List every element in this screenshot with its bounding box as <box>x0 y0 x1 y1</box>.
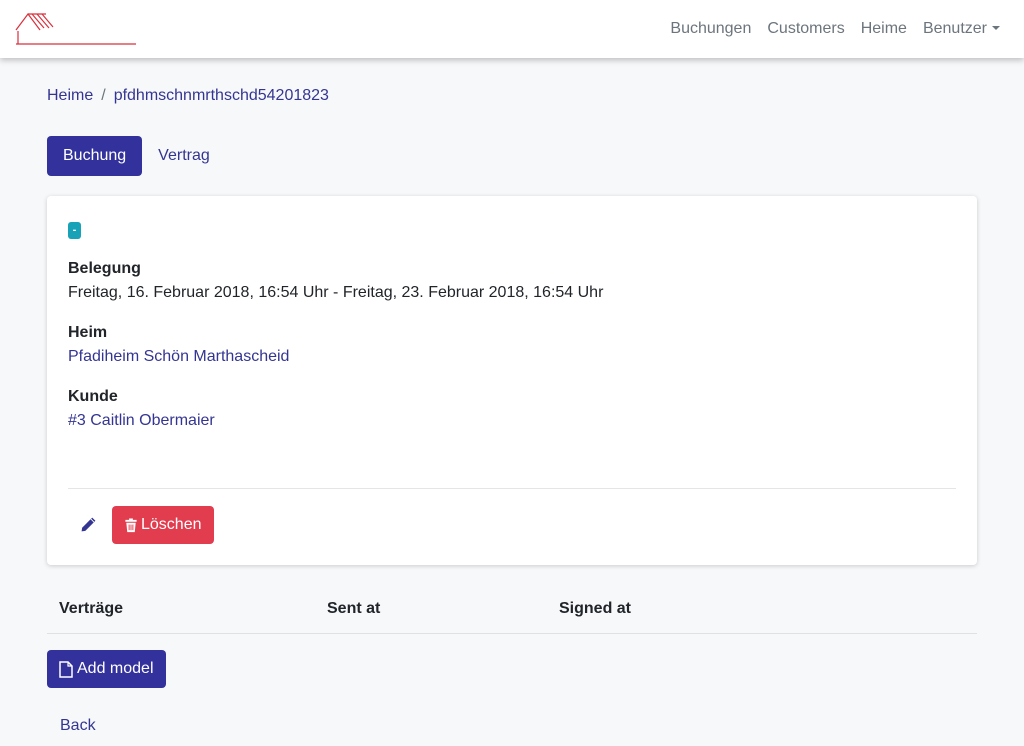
belegung-value: Freitag, 16. Februar 2018, 16:54 Uhr - F… <box>68 284 604 301</box>
breadcrumb: Heime / pfdhmschnmrthschd54201823 <box>47 87 329 105</box>
column-header-sent-at: Sent at <box>327 600 381 617</box>
tab-buchung[interactable]: Buchung <box>47 136 143 176</box>
heim-label: Heim <box>68 324 108 341</box>
column-header-signed-at: Signed at <box>559 600 632 617</box>
column-header-vertraege: Verträge <box>59 600 124 617</box>
file-icon <box>59 660 73 678</box>
booking-card: - Belegung Freitag, 16. Februar 2018, 16… <box>47 196 977 565</box>
status-badge: - <box>68 222 81 239</box>
logo[interactable] <box>14 10 138 48</box>
tab-vertrag[interactable]: Vertrag <box>142 136 226 176</box>
trash-icon <box>125 517 137 532</box>
nav-links: Buchungen Customers Heime Benutzer <box>670 20 1000 38</box>
edit-button[interactable] <box>80 516 97 533</box>
back-link[interactable]: Back <box>60 717 96 735</box>
delete-button[interactable]: Löschen <box>112 506 214 544</box>
belegung-label: Belegung <box>68 260 141 277</box>
nav-link-heime[interactable]: Heime <box>861 20 907 38</box>
caret-down-icon <box>992 26 1000 30</box>
card-divider <box>68 488 956 489</box>
contracts-table-header: Verträge Sent at Signed at <box>47 588 977 634</box>
pencil-icon <box>81 517 96 532</box>
kunde-link[interactable]: #3 Caitlin Obermaier <box>68 412 215 430</box>
tabs: Buchung Vertrag <box>47 136 226 176</box>
top-navbar: Buchungen Customers Heime Benutzer <box>0 0 1024 58</box>
heim-link[interactable]: Pfadiheim Schön Marthascheid <box>68 348 289 366</box>
breadcrumb-current[interactable]: pfdhmschnmrthschd54201823 <box>114 87 329 105</box>
add-model-label: Add model <box>77 660 154 677</box>
add-model-button[interactable]: Add model <box>47 650 166 688</box>
breadcrumb-heime-link[interactable]: Heime <box>47 87 93 105</box>
kunde-label: Kunde <box>68 388 118 405</box>
house-roof-logo-icon <box>15 13 136 45</box>
user-dropdown[interactable]: Benutzer <box>923 20 1000 38</box>
user-dropdown-label: Benutzer <box>922 20 987 37</box>
nav-link-customers[interactable]: Customers <box>767 20 844 38</box>
breadcrumb-separator: / <box>101 87 106 104</box>
delete-button-label: Löschen <box>141 516 202 533</box>
nav-link-buchungen[interactable]: Buchungen <box>670 20 751 38</box>
